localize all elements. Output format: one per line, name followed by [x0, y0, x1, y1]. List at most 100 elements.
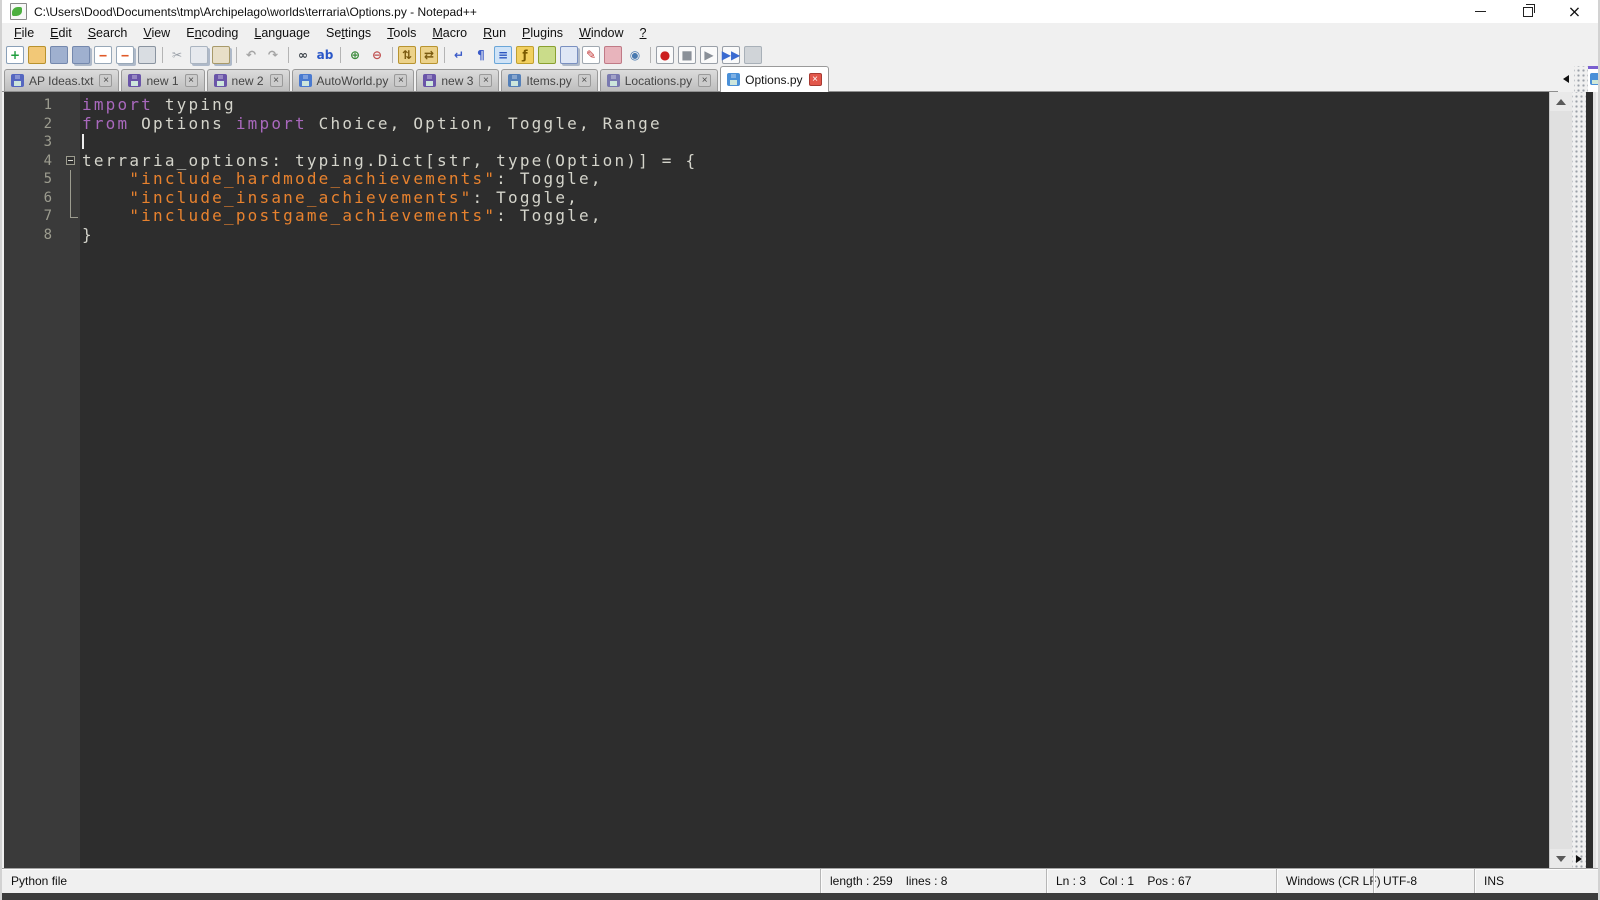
macro-play-icon[interactable]: ▶	[700, 45, 718, 64]
close-button[interactable]: ×	[1551, 0, 1598, 23]
close-all-icon[interactable]: ‒	[116, 45, 134, 64]
toolbar-separator	[392, 46, 393, 63]
minimize-icon	[1475, 11, 1486, 12]
macro-save-icon[interactable]	[744, 45, 762, 64]
line-number: 4	[43, 152, 52, 169]
document-map-icon[interactable]	[538, 45, 556, 64]
menu-language[interactable]: Language	[246, 24, 318, 42]
function-list-icon[interactable]: ƒ	[516, 45, 534, 64]
show-indent-guide-icon[interactable]: ≡	[494, 45, 512, 64]
edit-monitor-icon[interactable]: ✎	[582, 45, 600, 64]
panel-splitter-vertical[interactable]	[1572, 92, 1586, 868]
tab-close-icon[interactable]: ×	[808, 73, 822, 86]
menu-macro[interactable]: Macro	[424, 24, 475, 42]
status-eol-format[interactable]: Windows (CR LF)	[1276, 869, 1381, 893]
tab-scroll-left-button[interactable]	[1558, 66, 1574, 92]
replace-icon[interactable]: ab	[316, 46, 334, 64]
show-all-characters-icon[interactable]: ¶	[472, 46, 490, 64]
tab-ap-ideas-txt[interactable]: AP Ideas.txt ×	[4, 69, 120, 91]
code-editor[interactable]: import typing from Options import Choice,…	[80, 92, 1549, 868]
copy-icon[interactable]	[190, 45, 208, 64]
status-doc-size: length : 259 lines : 8	[820, 869, 1046, 893]
menu-tools[interactable]: Tools	[379, 24, 424, 42]
docked-panel-sliver	[1588, 66, 1598, 92]
code-token: Choice, Option, Toggle, Range	[306, 113, 662, 133]
menu-window[interactable]: Window	[571, 24, 631, 42]
fold-collapse-icon[interactable]	[64, 152, 80, 171]
tab-new-2[interactable]: new 2 ×	[206, 69, 290, 91]
folder-as-workspace-icon[interactable]	[604, 45, 622, 64]
menu-plugins[interactable]: Plugins	[514, 24, 571, 42]
save-icon[interactable]	[50, 45, 68, 64]
fold-margin-cell	[64, 226, 80, 245]
status-cursor-position: Ln : 3 Col : 1 Pos : 67	[1046, 869, 1276, 893]
fold-margin-cell	[64, 115, 80, 134]
tab-locations-py[interactable]: Locations.py ×	[599, 69, 719, 91]
macro-stop-icon[interactable]: ■	[678, 45, 696, 64]
save-all-icon[interactable]	[72, 45, 90, 64]
status-encoding[interactable]: UTF-8	[1373, 869, 1474, 893]
status-insert-mode[interactable]: INS	[1474, 869, 1598, 893]
zoom-in-icon[interactable]: ⊕	[346, 46, 364, 64]
vertical-scrollbar[interactable]	[1549, 92, 1572, 868]
menu-search[interactable]: Search	[80, 24, 136, 42]
tab-new-3[interactable]: new 3 ×	[416, 69, 500, 91]
macro-run-multiple-icon[interactable]: ▶▶	[722, 45, 740, 64]
open-folder-icon[interactable]	[28, 45, 46, 64]
toolbar-separator	[236, 46, 237, 63]
word-wrap-icon[interactable]: ↵	[450, 46, 468, 64]
find-icon[interactable]: ∞	[294, 46, 312, 64]
tab-close-icon[interactable]: ×	[394, 74, 408, 87]
sync-vertical-icon[interactable]: ⇅	[398, 45, 416, 64]
tab-label: Options.py	[745, 72, 803, 87]
tab-autoworld-py[interactable]: AutoWorld.py ×	[291, 69, 415, 91]
saved-file-icon	[606, 74, 620, 87]
fold-margin-cell	[64, 96, 80, 115]
tab-label: new 3	[441, 73, 474, 88]
tab-items-py[interactable]: Items.py ×	[501, 69, 598, 91]
macro-record-icon[interactable]: ●	[656, 45, 674, 64]
tab-close-icon[interactable]: ×	[184, 74, 198, 87]
cut-icon[interactable]: ✂	[168, 46, 186, 64]
menu-settings[interactable]: Settings	[318, 24, 379, 42]
scrollbar-track[interactable]	[1550, 111, 1572, 849]
menu-help[interactable]: ?	[632, 24, 655, 42]
panel-splitter[interactable]	[1574, 66, 1588, 92]
arrow-down-icon	[1556, 855, 1566, 862]
code-line: "include_postgame_achievements": Toggle,	[82, 206, 1549, 226]
fold-margin-cell	[64, 188, 80, 208]
new-file-icon[interactable]: +	[6, 45, 24, 64]
document-switcher-icon[interactable]	[560, 45, 578, 64]
fold-margin[interactable]	[64, 92, 80, 868]
close-file-icon[interactable]: ‒	[94, 45, 112, 64]
menu-file[interactable]: File	[6, 24, 42, 42]
redo-icon[interactable]: ↷	[264, 46, 282, 64]
tab-new-1[interactable]: new 1 ×	[121, 69, 205, 91]
restore-button[interactable]	[1504, 0, 1551, 23]
paste-icon[interactable]	[212, 45, 230, 64]
menu-edit[interactable]: Edit	[42, 24, 80, 42]
tab-label: Items.py	[526, 73, 572, 88]
zoom-out-icon[interactable]: ⊖	[368, 46, 386, 64]
tab-bar: AP Ideas.txt × new 1 × new 2 × AutoWorld.py × ne…	[2, 66, 1598, 92]
line-number-gutter: 1 2 3 4 5 6 7 8	[4, 92, 64, 868]
menu-view[interactable]: View	[135, 24, 178, 42]
code-token: "include_hardmode_achievements"	[129, 169, 497, 188]
scroll-down-button[interactable]	[1550, 849, 1572, 868]
menu-run[interactable]: Run	[475, 24, 514, 42]
undo-icon[interactable]: ↶	[242, 46, 260, 64]
view-eye-icon[interactable]: ◉	[626, 46, 644, 64]
tab-close-icon[interactable]: ×	[479, 74, 493, 87]
tab-close-icon[interactable]: ×	[269, 74, 283, 87]
code-line: "include_hardmode_achievements": Toggle,	[82, 169, 1549, 189]
scroll-up-button[interactable]	[1550, 92, 1572, 111]
tab-close-icon[interactable]: ×	[99, 74, 113, 87]
tab-close-icon[interactable]: ×	[577, 74, 591, 87]
tab-options-py[interactable]: Options.py ×	[720, 66, 829, 92]
tab-close-icon[interactable]: ×	[698, 74, 712, 87]
fold-margin-cell	[64, 133, 80, 152]
sync-horizontal-icon[interactable]: ⇄	[420, 45, 438, 64]
print-icon[interactable]	[138, 45, 156, 64]
minimize-button[interactable]	[1457, 0, 1504, 23]
menu-encoding[interactable]: Encoding	[178, 24, 246, 42]
